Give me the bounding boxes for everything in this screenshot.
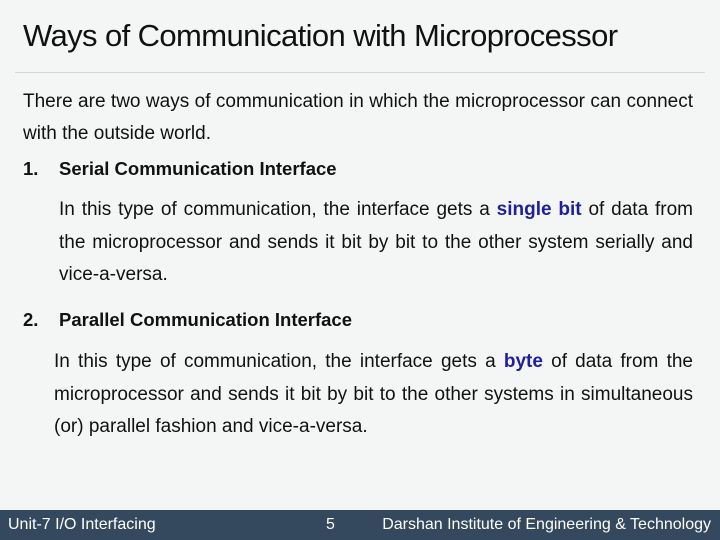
highlight-term: single bit: [496, 199, 582, 220]
section-number: 1.: [23, 158, 39, 179]
section-heading-text: Serial Communication Interface: [59, 158, 337, 179]
footer-institute: Darshan Institute of Engineering & Techn…: [382, 516, 711, 533]
section-heading-text: Parallel Communication Interface: [59, 309, 353, 330]
footer-unit: Unit-7 I/O Interfacing: [8, 516, 156, 533]
paragraph-text: In this type of communication, the inter…: [54, 351, 504, 372]
section-paragraph-serial: In this type of communication, the inter…: [59, 194, 693, 292]
section-number: 2.: [23, 309, 39, 330]
title-divider: [15, 72, 705, 73]
section-heading-serial: 1. Serial Communication Interface: [23, 158, 337, 180]
highlight-term: byte: [503, 351, 543, 372]
footer-page-number: 5: [326, 516, 335, 533]
section-paragraph-parallel: In this type of communication, the inter…: [54, 346, 693, 444]
intro-paragraph: There are two ways of communication in w…: [23, 91, 693, 144]
footer-bar: Unit-7 I/O Interfacing 5 Darshan Institu…: [0, 510, 720, 540]
paragraph-text: In this type of communication, the inter…: [59, 199, 497, 220]
section-heading-parallel: 2. Parallel Communication Interface: [23, 309, 352, 331]
slide-title: Ways of Communication with Microprocesso…: [23, 18, 618, 53]
